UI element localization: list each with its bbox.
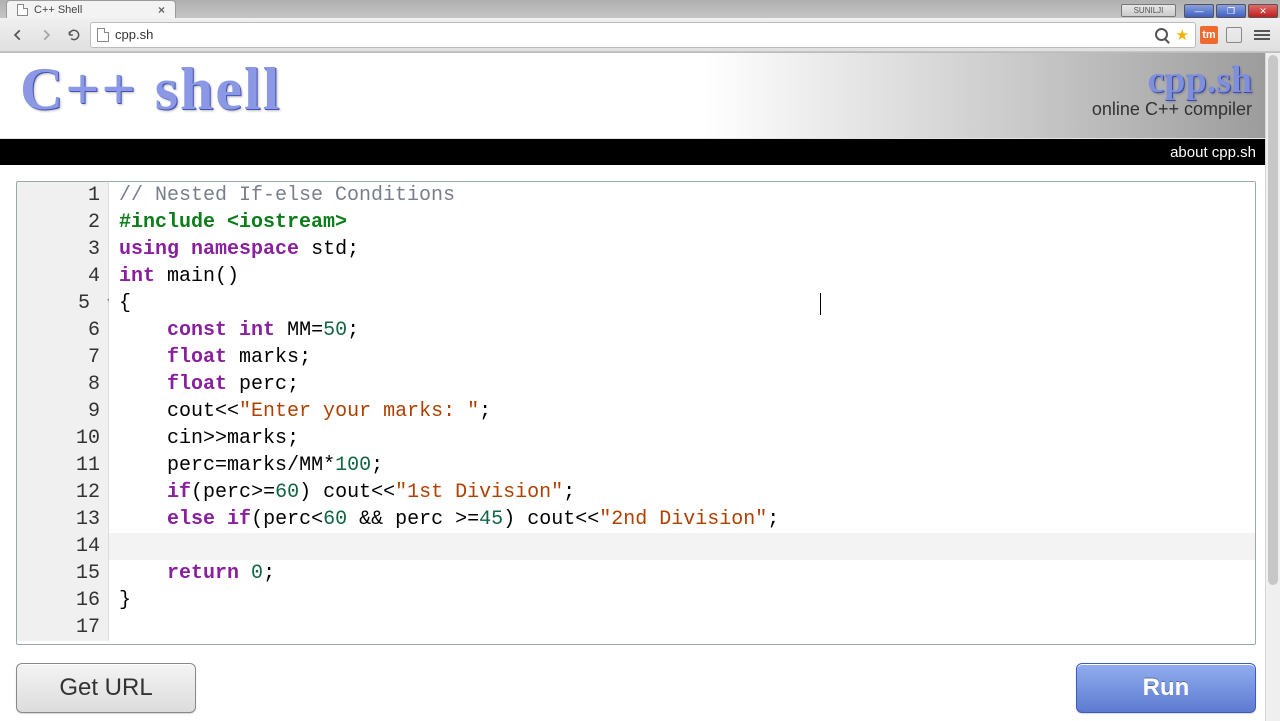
code-line[interactable]: 7 float marks; [17,344,1255,371]
line-number: 9 [17,398,109,425]
code-content[interactable]: int main() [109,263,1255,290]
maximize-button[interactable]: ❐ [1216,4,1246,18]
run-button[interactable]: Run [1076,663,1256,713]
line-number: 4 [17,263,109,290]
code-line[interactable]: 4int main() [17,263,1255,290]
brand-title: cpp.sh [1092,61,1252,99]
line-number: 17 [17,614,109,641]
code-line[interactable]: 6 const int MM=50; [17,317,1255,344]
tab-strip: C++ Shell × SUNILJI — ❐ ✕ [0,0,1280,18]
line-number: 15 [17,560,109,587]
code-content[interactable]: float marks; [109,344,1255,371]
code-content[interactable]: cin>>marks; [109,425,1255,452]
line-number: 12 [17,479,109,506]
code-line[interactable]: 9 cout<<"Enter your marks: "; [17,398,1255,425]
minimize-button[interactable]: — [1184,4,1214,18]
code-editor[interactable]: 1// Nested If-else Conditions2#include <… [16,181,1256,645]
close-tab-icon[interactable]: × [158,3,165,17]
address-bar[interactable]: cpp.sh ★ [90,22,1196,48]
code-line[interactable]: 8 float perc; [17,371,1255,398]
forward-button[interactable] [34,23,58,47]
code-line[interactable]: 1// Nested If-else Conditions [17,182,1255,209]
bookmark-star-icon[interactable]: ★ [1176,26,1189,44]
line-number: 11 [17,452,109,479]
code-content[interactable]: else if(perc<60 && perc >=45) cout<<"2nd… [109,506,1255,533]
site-identity-icon [97,28,109,42]
code-line[interactable]: 11 perc=marks/MM*100; [17,452,1255,479]
browser-toolbar: cpp.sh ★ tm [0,18,1280,52]
code-line[interactable]: 2#include <iostream> [17,209,1255,236]
code-content[interactable]: const int MM=50; [109,317,1255,344]
line-number: 5 [17,290,109,317]
line-number: 13 [17,506,109,533]
line-number: 10 [17,425,109,452]
line-number: 14 [17,533,109,560]
text-caret [820,293,821,315]
code-line[interactable]: 13 else if(perc<60 && perc >=45) cout<<"… [17,506,1255,533]
line-number: 6 [17,317,109,344]
about-link[interactable]: about cpp.sh [1170,144,1256,161]
code-line[interactable]: 12 if(perc>=60) cout<<"1st Division"; [17,479,1255,506]
zoom-icon[interactable] [1155,28,1168,41]
get-url-button[interactable]: Get URL [16,663,196,713]
profile-chip[interactable]: SUNILJI [1121,4,1176,17]
code-content[interactable]: } [109,587,1255,614]
back-button[interactable] [6,23,30,47]
caption-buttons: SUNILJI — ❐ ✕ [1121,3,1280,18]
code-line[interactable]: 16} [17,587,1255,614]
page-icon [17,4,28,16]
extension-icon[interactable]: tm [1200,26,1218,44]
url-text: cpp.sh [115,27,153,42]
code-content[interactable] [109,533,1255,560]
code-line[interactable]: 5{ [17,290,1255,317]
code-content[interactable]: float perc; [109,371,1255,398]
site-header: C++ shell cpp.sh online C++ compiler [0,53,1280,139]
site-logo: C++ shell [20,55,281,124]
tab-title: C++ Shell [34,4,82,16]
page-scrollbar[interactable] [1265,53,1280,721]
line-number: 16 [17,587,109,614]
extensions-overflow-icon[interactable] [1222,23,1246,47]
line-number: 2 [17,209,109,236]
code-line[interactable]: 3using namespace std; [17,236,1255,263]
browser-chrome: C++ Shell × SUNILJI — ❐ ✕ cpp.sh ★ tm [0,0,1280,53]
code-content[interactable]: perc=marks/MM*100; [109,452,1255,479]
site-nav-bar: about cpp.sh [0,139,1280,165]
code-content[interactable] [109,614,1255,641]
action-bar: Get URL Run [0,653,1280,713]
code-line[interactable]: 14 [17,533,1255,560]
browser-tab[interactable]: C++ Shell × [6,0,176,18]
window-close-button[interactable]: ✕ [1248,4,1278,18]
code-content[interactable]: if(perc>=60) cout<<"1st Division"; [109,479,1255,506]
code-line[interactable]: 10 cin>>marks; [17,425,1255,452]
code-content[interactable]: using namespace std; [109,236,1255,263]
chrome-menu-icon[interactable] [1250,23,1274,47]
line-number: 1 [17,182,109,209]
code-line[interactable]: 15 return 0; [17,560,1255,587]
reload-button[interactable] [62,23,86,47]
line-number: 3 [17,236,109,263]
code-content[interactable]: cout<<"Enter your marks: "; [109,398,1255,425]
line-number: 7 [17,344,109,371]
code-content[interactable]: // Nested If-else Conditions [109,182,1255,209]
code-line[interactable]: 17 [17,614,1255,641]
code-content[interactable]: { [109,290,1255,317]
code-content[interactable]: return 0; [109,560,1255,587]
line-number: 8 [17,371,109,398]
code-content[interactable]: #include <iostream> [109,209,1255,236]
brand-subtitle: online C++ compiler [1092,99,1252,120]
